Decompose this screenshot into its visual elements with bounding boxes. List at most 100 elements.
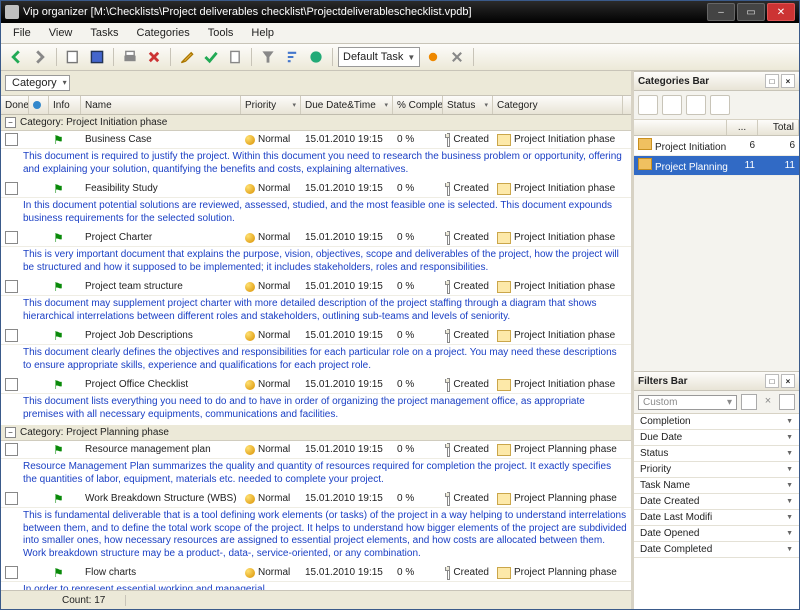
- done-checkbox[interactable]: [5, 182, 18, 195]
- cat-col-name[interactable]: [634, 120, 727, 135]
- menu-categories[interactable]: Categories: [129, 25, 198, 41]
- cell-category: Project Initiation phase: [493, 378, 623, 392]
- filters-custom-dropdown[interactable]: Custom▾: [638, 395, 737, 410]
- action-button[interactable]: [305, 46, 327, 68]
- category-icon: [497, 183, 511, 195]
- clear-button[interactable]: [446, 46, 468, 68]
- cell-priority: Normal: [241, 280, 301, 293]
- col-priority[interactable]: Priority▾: [241, 96, 301, 114]
- done-checkbox[interactable]: [5, 329, 18, 342]
- col-status[interactable]: Status▾: [443, 96, 493, 114]
- filter-item[interactable]: Date Last Modifi▼: [634, 510, 799, 526]
- group-header[interactable]: −Category: Project Planning phase: [1, 425, 631, 441]
- groupby-dropdown[interactable]: Category: [5, 75, 70, 91]
- delete-button[interactable]: [143, 46, 165, 68]
- main-panel: Category Done Info Name Priority▾ Due Da…: [1, 71, 634, 609]
- cat-tool-4[interactable]: [710, 95, 730, 115]
- table-row[interactable]: ⚑Work Breakdown Structure (WBS)Normal15.…: [1, 490, 631, 508]
- priority-icon: [245, 331, 255, 341]
- group-header[interactable]: −Category: Project Initiation phase: [1, 115, 631, 131]
- table-row[interactable]: ⚑Feasibility StudyNormal15.01.2010 19:15…: [1, 180, 631, 198]
- collapse-icon[interactable]: −: [5, 427, 16, 438]
- col-complete[interactable]: % Complete: [393, 96, 443, 114]
- maximize-button[interactable]: ▭: [737, 3, 765, 21]
- cat-col-dots[interactable]: ...: [727, 120, 758, 135]
- table-row[interactable]: ⚑Project CharterNormal15.01.2010 19:150 …: [1, 229, 631, 247]
- filters-pin-icon[interactable]: □: [765, 374, 779, 388]
- table-row[interactable]: ⚑Project team structureNormal15.01.2010 …: [1, 278, 631, 296]
- col-flag[interactable]: [29, 96, 49, 114]
- grid-header: Done Info Name Priority▾ Due Date&Time▾ …: [1, 96, 631, 115]
- pane-close-icon[interactable]: ×: [781, 74, 795, 88]
- category-row[interactable]: Project Initiation phase66: [634, 136, 799, 156]
- apply-button[interactable]: [422, 46, 444, 68]
- print-button[interactable]: [119, 46, 141, 68]
- cell-complete: 0 %: [393, 231, 443, 244]
- collapse-icon[interactable]: −: [5, 117, 16, 128]
- done-checkbox[interactable]: [5, 492, 18, 505]
- col-category[interactable]: Category: [493, 96, 623, 114]
- priority-icon: [245, 135, 255, 145]
- col-name[interactable]: Name: [81, 96, 241, 114]
- folder-icon: [638, 158, 652, 170]
- done-checkbox[interactable]: [5, 280, 18, 293]
- cat-col-total[interactable]: Total: [758, 120, 799, 135]
- cell-name: Business Case: [81, 133, 241, 146]
- filter-item[interactable]: Task Name▼: [634, 478, 799, 494]
- task-grid[interactable]: Done Info Name Priority▾ Due Date&Time▾ …: [1, 96, 631, 590]
- sort-button[interactable]: [281, 46, 303, 68]
- done-checkbox[interactable]: [5, 566, 18, 579]
- check-button[interactable]: [200, 46, 222, 68]
- filter-item[interactable]: Due Date▼: [634, 430, 799, 446]
- category-row[interactable]: Project Planning phase1111: [634, 156, 799, 176]
- filter-item[interactable]: Completion▼: [634, 414, 799, 430]
- category-icon: [497, 493, 511, 505]
- table-row[interactable]: ⚑Resource management planNormal15.01.201…: [1, 441, 631, 459]
- filters-more-icon[interactable]: [779, 394, 795, 410]
- cat-tool-1[interactable]: [638, 95, 658, 115]
- folder-icon: [638, 138, 652, 150]
- filter-button[interactable]: [257, 46, 279, 68]
- cat-tool-2[interactable]: [662, 95, 682, 115]
- cell-complete: 0 %: [393, 443, 443, 456]
- cell-priority: Normal: [241, 443, 301, 456]
- done-checkbox[interactable]: [5, 231, 18, 244]
- attach-button[interactable]: [224, 46, 246, 68]
- pane-pin-icon[interactable]: □: [765, 74, 779, 88]
- template-combo[interactable]: Default Task ▼: [338, 47, 420, 67]
- done-checkbox[interactable]: [5, 133, 18, 146]
- table-row[interactable]: ⚑Project Job DescriptionsNormal15.01.201…: [1, 327, 631, 345]
- menu-view[interactable]: View: [41, 25, 81, 41]
- new-task-button[interactable]: [62, 46, 84, 68]
- filter-item[interactable]: Date Created▼: [634, 494, 799, 510]
- table-row[interactable]: ⚑Flow chartsNormal15.01.2010 19:150 %Cre…: [1, 564, 631, 582]
- done-checkbox[interactable]: [5, 443, 18, 456]
- table-row[interactable]: ⚑Business CaseNormal15.01.2010 19:150 %C…: [1, 131, 631, 149]
- filter-item[interactable]: Date Opened▼: [634, 526, 799, 542]
- filter-item[interactable]: Priority▼: [634, 462, 799, 478]
- col-done[interactable]: Done: [1, 96, 29, 114]
- nav-fwd-button[interactable]: [29, 46, 51, 68]
- minimize-button[interactable]: –: [707, 3, 735, 21]
- category-icon: [497, 567, 511, 579]
- filters-clear-icon[interactable]: ×: [761, 395, 775, 409]
- filters-close-icon[interactable]: ×: [781, 374, 795, 388]
- done-checkbox[interactable]: [5, 378, 18, 391]
- filter-item[interactable]: Status▼: [634, 446, 799, 462]
- close-button[interactable]: ✕: [767, 3, 795, 21]
- col-due[interactable]: Due Date&Time▾: [301, 96, 393, 114]
- save-button[interactable]: [86, 46, 108, 68]
- col-info[interactable]: Info: [49, 96, 81, 114]
- table-row[interactable]: ⚑Project Office ChecklistNormal15.01.201…: [1, 376, 631, 394]
- filter-item[interactable]: Date Completed▼: [634, 542, 799, 558]
- menu-tasks[interactable]: Tasks: [82, 25, 126, 41]
- menu-help[interactable]: Help: [243, 25, 282, 41]
- nav-back-button[interactable]: [5, 46, 27, 68]
- edit-button[interactable]: [176, 46, 198, 68]
- status-icon: [447, 329, 450, 343]
- cat-tool-3[interactable]: [686, 95, 706, 115]
- menu-tools[interactable]: Tools: [200, 25, 242, 41]
- app-icon: [5, 5, 19, 19]
- filters-apply-icon[interactable]: [741, 394, 757, 410]
- menu-file[interactable]: File: [5, 25, 39, 41]
